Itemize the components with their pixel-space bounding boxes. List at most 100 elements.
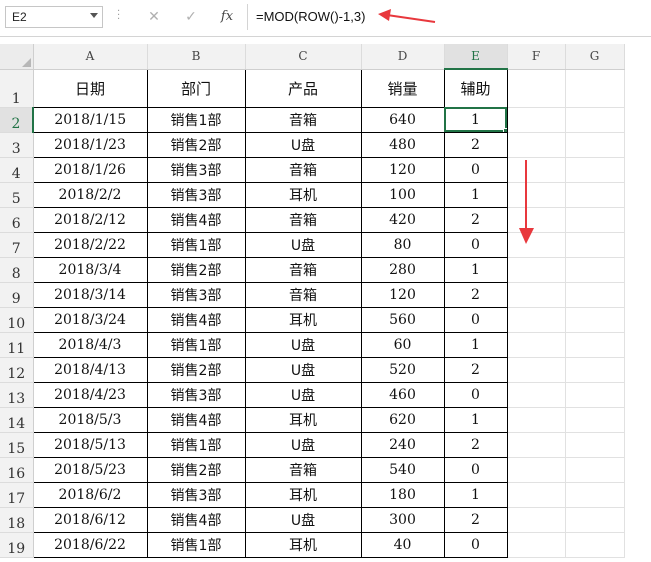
header-cell[interactable]: 销量 xyxy=(361,68,445,108)
data-cell[interactable]: 销售3部 xyxy=(147,157,246,183)
data-cell[interactable]: 0 xyxy=(444,307,508,333)
data-cell[interactable]: 480 xyxy=(361,132,445,158)
empty-cell[interactable] xyxy=(507,457,566,483)
data-cell[interactable]: 0 xyxy=(444,457,508,483)
data-cell[interactable]: 280 xyxy=(361,257,445,283)
header-cell[interactable]: 辅助 xyxy=(444,68,508,108)
empty-cell[interactable] xyxy=(507,307,566,333)
row-header[interactable]: 12 xyxy=(0,357,34,383)
data-cell[interactable]: 销售2部 xyxy=(147,132,246,158)
data-cell[interactable]: 销售2部 xyxy=(147,257,246,283)
data-cell[interactable]: 音箱 xyxy=(245,282,362,308)
empty-cell[interactable] xyxy=(507,282,566,308)
data-cell[interactable]: 0 xyxy=(444,382,508,408)
row-header[interactable]: 17 xyxy=(0,482,34,508)
data-cell[interactable]: U盘 xyxy=(245,432,362,458)
row-header[interactable]: 15 xyxy=(0,432,34,458)
data-cell[interactable]: 1 xyxy=(444,407,508,433)
data-cell[interactable]: 640 xyxy=(361,107,445,133)
empty-cell[interactable] xyxy=(507,182,566,208)
empty-cell[interactable] xyxy=(507,132,566,158)
empty-cell[interactable] xyxy=(507,232,566,258)
row-header[interactable]: 19 xyxy=(0,532,34,558)
data-cell[interactable]: 100 xyxy=(361,182,445,208)
data-cell[interactable]: 2 xyxy=(444,432,508,458)
data-cell[interactable]: 销售4部 xyxy=(147,307,246,333)
empty-cell[interactable] xyxy=(565,132,625,158)
row-header[interactable]: 2 xyxy=(0,107,34,133)
data-cell[interactable]: 2018/4/13 xyxy=(32,357,148,383)
row-header[interactable]: 9 xyxy=(0,282,34,308)
data-cell[interactable]: 300 xyxy=(361,507,445,533)
data-cell[interactable]: 460 xyxy=(361,382,445,408)
column-header-b[interactable]: B xyxy=(147,44,246,70)
row-header[interactable]: 10 xyxy=(0,307,34,333)
data-cell[interactable]: 2018/1/15 xyxy=(32,107,148,133)
data-cell[interactable]: 420 xyxy=(361,207,445,233)
empty-cell[interactable] xyxy=(507,69,566,108)
data-cell[interactable]: 40 xyxy=(361,532,445,558)
data-cell[interactable]: 音箱 xyxy=(245,107,362,133)
data-cell[interactable]: 销售2部 xyxy=(147,357,246,383)
empty-cell[interactable] xyxy=(507,507,566,533)
header-cell[interactable]: 产品 xyxy=(245,68,362,108)
data-cell[interactable]: 120 xyxy=(361,282,445,308)
data-cell[interactable]: 销售3部 xyxy=(147,382,246,408)
data-cell[interactable]: U盘 xyxy=(245,232,362,258)
data-cell[interactable]: 音箱 xyxy=(245,257,362,283)
data-cell[interactable]: 耳机 xyxy=(245,482,362,508)
column-header-d[interactable]: D xyxy=(361,44,445,70)
data-cell[interactable]: 120 xyxy=(361,157,445,183)
row-header[interactable]: 16 xyxy=(0,457,34,483)
data-cell[interactable]: 2018/4/3 xyxy=(32,332,148,358)
data-cell[interactable]: 2018/5/13 xyxy=(32,432,148,458)
column-header-g[interactable]: G xyxy=(565,44,625,70)
data-cell[interactable]: 销售1部 xyxy=(147,332,246,358)
data-cell[interactable]: 2018/2/2 xyxy=(32,182,148,208)
empty-cell[interactable] xyxy=(565,332,625,358)
empty-cell[interactable] xyxy=(565,457,625,483)
data-cell[interactable]: U盘 xyxy=(245,132,362,158)
row-header[interactable]: 8 xyxy=(0,257,34,283)
column-header-c[interactable]: C xyxy=(245,44,362,70)
data-cell[interactable]: 1 xyxy=(444,482,508,508)
empty-cell[interactable] xyxy=(565,507,625,533)
empty-cell[interactable] xyxy=(507,107,566,133)
data-cell[interactable]: 0 xyxy=(444,232,508,258)
empty-cell[interactable] xyxy=(507,357,566,383)
data-cell[interactable]: 0 xyxy=(444,157,508,183)
empty-cell[interactable] xyxy=(565,382,625,408)
empty-cell[interactable] xyxy=(565,282,625,308)
data-cell[interactable]: 销售1部 xyxy=(147,532,246,558)
empty-cell[interactable] xyxy=(507,432,566,458)
data-cell[interactable]: 销售4部 xyxy=(147,507,246,533)
empty-cell[interactable] xyxy=(565,232,625,258)
cancel-button[interactable]: ✕ xyxy=(143,6,165,28)
data-cell[interactable]: 2018/3/14 xyxy=(32,282,148,308)
name-box[interactable]: E2 xyxy=(5,6,103,28)
data-cell[interactable]: 2 xyxy=(444,207,508,233)
data-cell[interactable]: 2018/6/2 xyxy=(32,482,148,508)
empty-cell[interactable] xyxy=(565,432,625,458)
data-cell[interactable]: 音箱 xyxy=(245,157,362,183)
row-header[interactable]: 6 xyxy=(0,207,34,233)
data-cell[interactable]: 2018/2/12 xyxy=(32,207,148,233)
data-cell[interactable]: 540 xyxy=(361,457,445,483)
data-cell[interactable]: 180 xyxy=(361,482,445,508)
data-cell[interactable]: 2018/6/22 xyxy=(32,532,148,558)
fill-handle[interactable] xyxy=(502,127,506,131)
data-cell[interactable]: 2018/6/12 xyxy=(32,507,148,533)
data-cell[interactable]: 销售2部 xyxy=(147,457,246,483)
empty-cell[interactable] xyxy=(565,257,625,283)
data-cell[interactable]: U盘 xyxy=(245,332,362,358)
data-cell[interactable]: 60 xyxy=(361,332,445,358)
data-cell[interactable]: 销售1部 xyxy=(147,432,246,458)
data-cell[interactable]: 1 xyxy=(444,332,508,358)
chevron-down-icon[interactable] xyxy=(90,13,98,18)
empty-cell[interactable] xyxy=(565,107,625,133)
row-header[interactable]: 11 xyxy=(0,332,34,358)
data-cell[interactable]: 2018/5/3 xyxy=(32,407,148,433)
data-cell[interactable]: 2018/2/22 xyxy=(32,232,148,258)
data-cell[interactable]: 2 xyxy=(444,507,508,533)
column-header-e[interactable]: E xyxy=(444,44,508,70)
